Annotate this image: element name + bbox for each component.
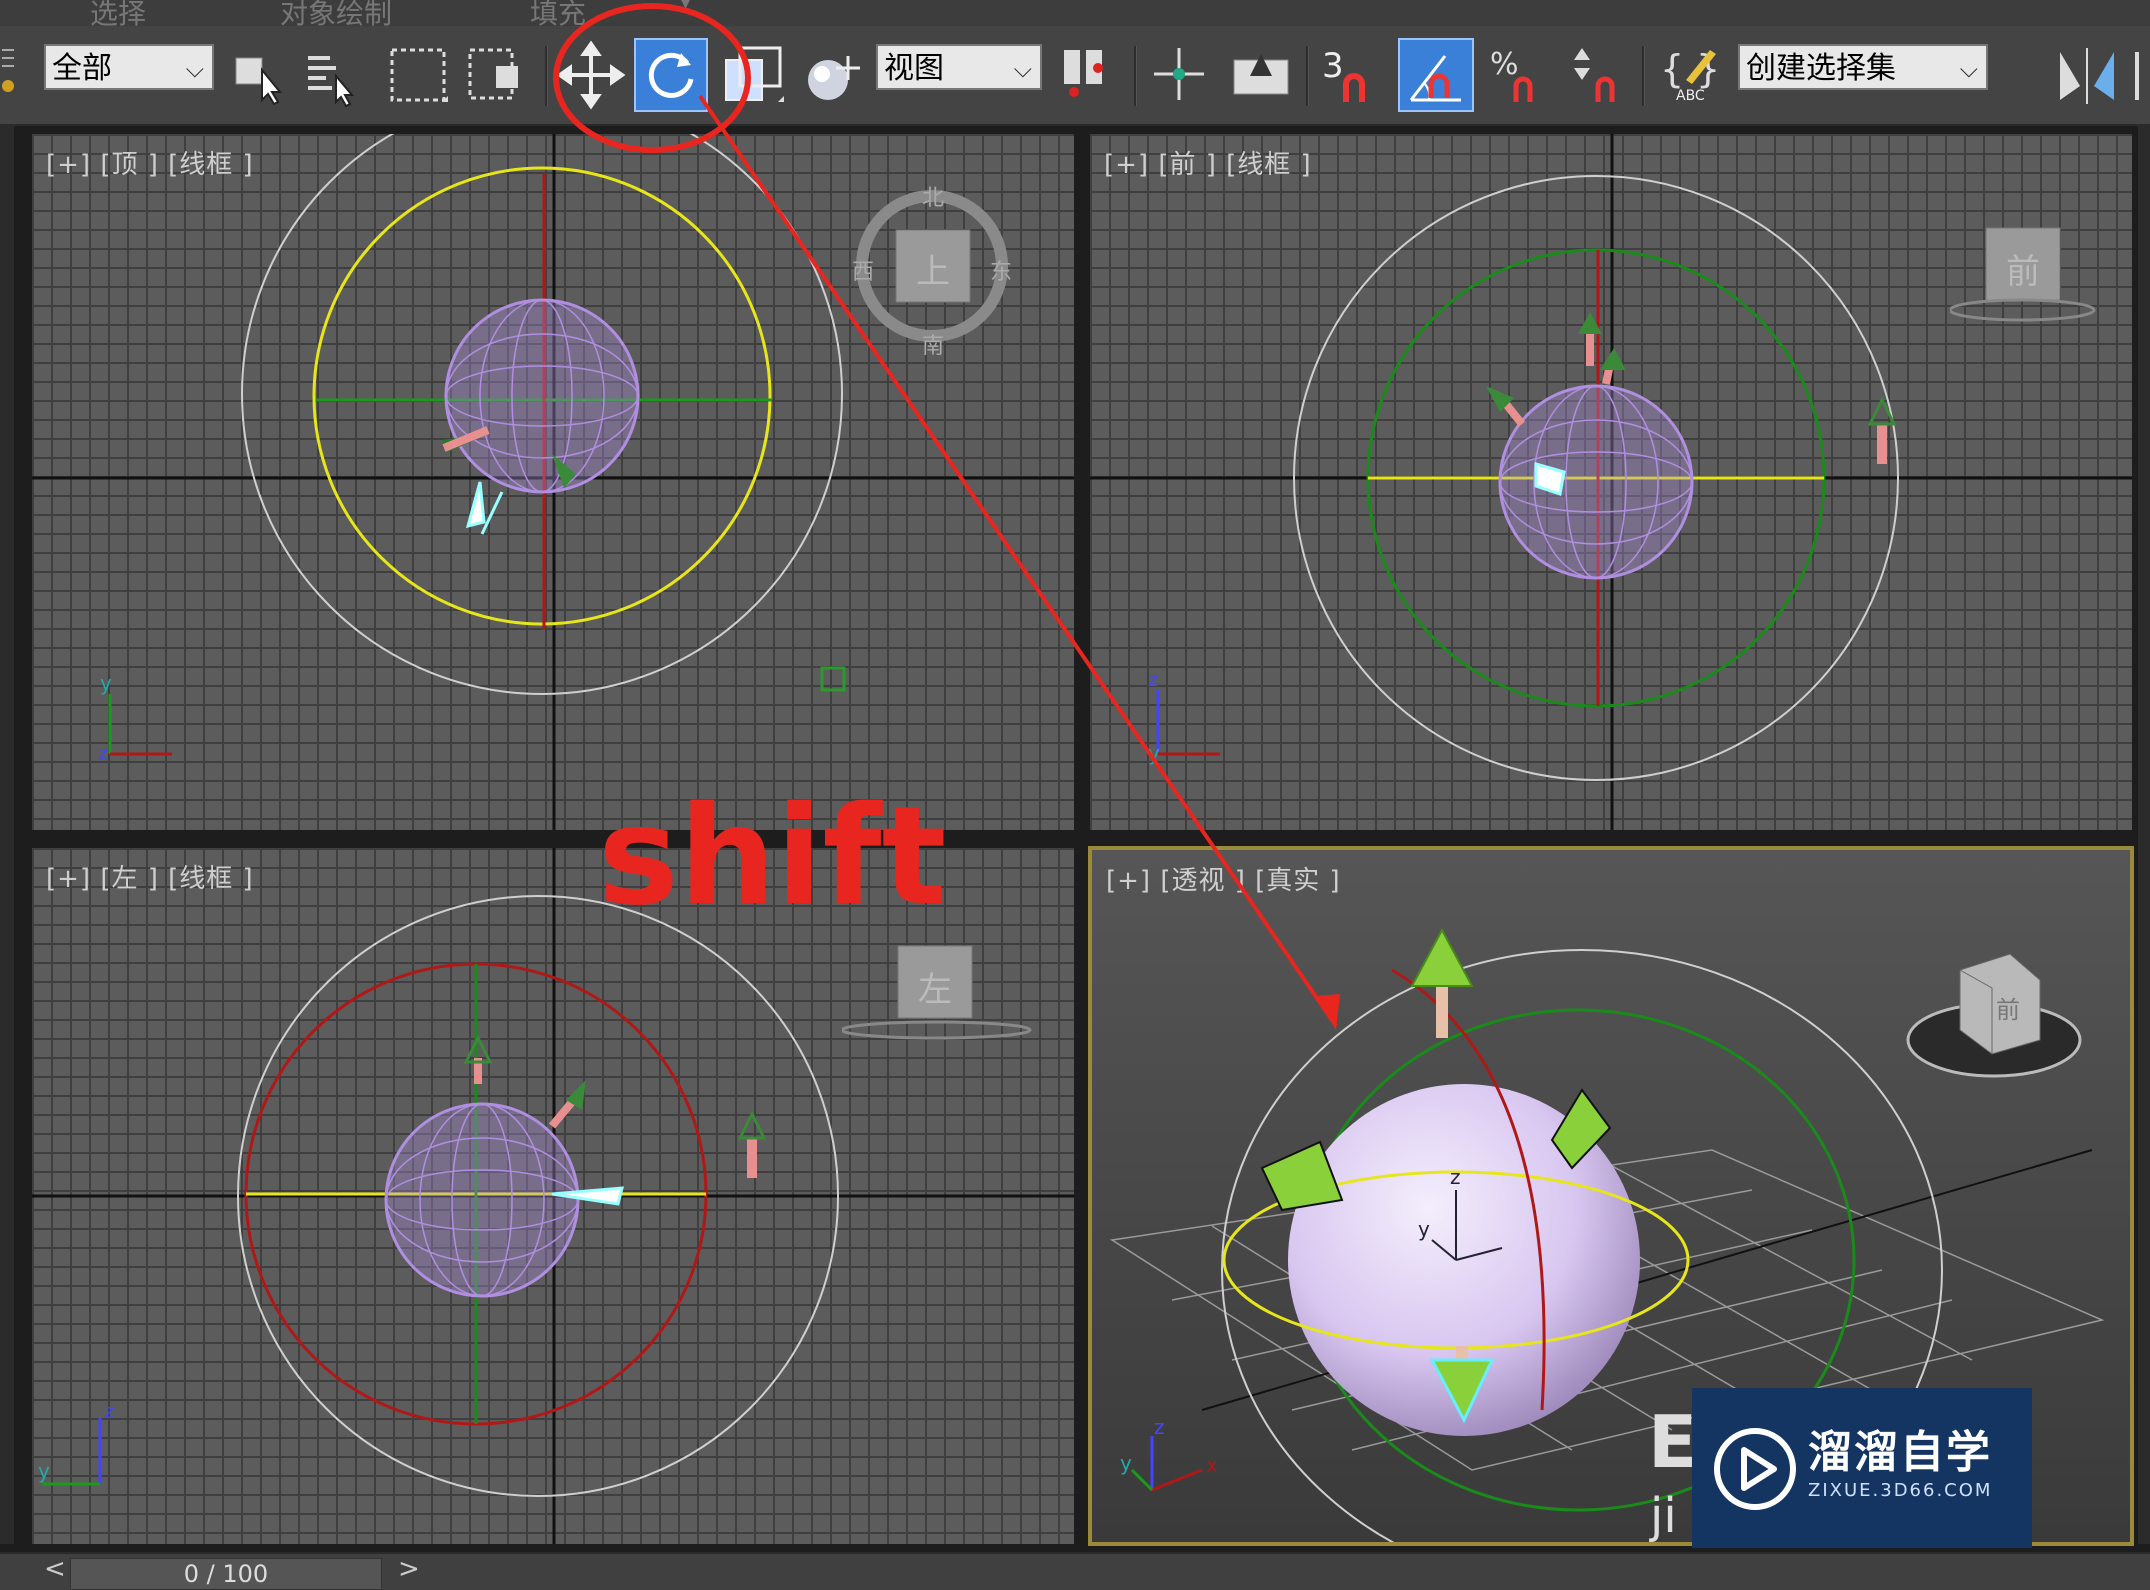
toolbar-separator (1642, 46, 1645, 106)
toolbar-overflow-icon[interactable] (2130, 46, 2144, 106)
select-manipulate-button[interactable] (1144, 40, 1214, 110)
selection-filter-dropdown[interactable]: 全部 ⌵ (44, 44, 214, 90)
viewcube-perspective[interactable]: 前 (1900, 930, 2090, 1090)
angle-snap-button[interactable] (1398, 38, 1474, 112)
viewcube-left[interactable]: 左 (840, 938, 1032, 1048)
toolbar-separator (545, 46, 548, 106)
viewport-left[interactable]: [+] [左 ] [线框 ] zy 左 (32, 848, 1074, 1544)
viewcube-face-label: 上 (916, 252, 950, 292)
select-object-icon (235, 57, 283, 106)
rotate-icon (648, 52, 694, 98)
mirror-button[interactable] (2052, 40, 2122, 110)
select-object-button[interactable] (226, 42, 286, 108)
svg-text:z: z (1154, 1415, 1165, 1439)
svg-text:x: x (1206, 1453, 1218, 1477)
left-panel-strip[interactable] (0, 124, 14, 1544)
watermark-partial-letter: E (1648, 1400, 1698, 1484)
watermark-badge: 溜溜自学 ZIXUE.3D66.COM (1692, 1388, 2032, 1548)
named-selection-dropdown[interactable]: 创建选择集 ⌵ (1738, 44, 1988, 90)
pivot-center-icon (1064, 50, 1103, 97)
light-arrow-selected (465, 481, 504, 535)
annotation-shift-text: shift (598, 778, 947, 936)
reference-coord-dropdown[interactable]: 视图 ⌵ (876, 44, 1042, 90)
time-slider[interactable]: 0 / 100 (70, 1558, 382, 1590)
camera-target (820, 666, 846, 692)
wire-sphere (444, 298, 640, 494)
scale-button[interactable] (718, 40, 788, 110)
snaps-toggle-label: 3 (1322, 46, 1344, 86)
time-slider-frame: 0 / 100 (183, 1560, 269, 1588)
viewport-front[interactable]: [+] [前 ] [线框 ] zy 前 (1090, 134, 2132, 830)
chevron-down-icon: ⌵ (185, 55, 204, 83)
viewcube-face-label: 左 (918, 970, 952, 1010)
move-button[interactable] (556, 40, 626, 110)
rect-selection-button[interactable] (386, 40, 452, 110)
keyboard-override-icon (1233, 54, 1289, 95)
select-by-name-icon (308, 56, 355, 108)
svg-text:y: y (100, 671, 112, 695)
reference-coord-value: 视图 (884, 51, 944, 86)
svg-text:z: z (98, 741, 109, 765)
watermark-partial-text: ji (1650, 1488, 1677, 1544)
edit-named-sets-button[interactable]: {} ABC (1656, 40, 1728, 112)
viewcube-top[interactable]: 上 北 南 东 西 (852, 180, 1013, 359)
svg-text:y: y (1418, 1217, 1430, 1241)
named-selection-placeholder: 创建选择集 (1746, 51, 1896, 86)
angle-snap-icon (1409, 55, 1461, 102)
svg-text:%: % (1490, 47, 1519, 82)
svg-text:z: z (1450, 1165, 1461, 1189)
spinner-snap-icon (1574, 48, 1615, 102)
viewport-top[interactable]: [+] [顶 ] [线框 ] yz 上 北 南 东 西 (32, 134, 1074, 830)
toolbar-separator (1134, 46, 1137, 106)
svg-text:y: y (1120, 1451, 1132, 1475)
keyboard-override-button[interactable] (1226, 40, 1296, 110)
view-axis-tripod: yz (98, 671, 172, 765)
toolbar-grip-icon[interactable] (0, 40, 16, 106)
selection-filter-value: 全部 (52, 51, 112, 86)
percent-snap-button[interactable]: % (1484, 40, 1554, 110)
compass-north: 北 (922, 186, 945, 211)
time-slider-bar: < 0 / 100 > (0, 1552, 2150, 1590)
svg-text:y: y (38, 1459, 50, 1483)
placement-button[interactable] (800, 40, 870, 110)
svg-text:{: { (1660, 47, 1684, 91)
watermark-title: 溜溜自学 (1808, 1427, 1992, 1478)
time-next-button[interactable]: > (398, 1554, 420, 1584)
svg-text:y: y (1148, 741, 1160, 765)
window-crossing-icon (468, 48, 518, 100)
time-prev-button[interactable]: < (44, 1554, 66, 1584)
right-panel-strip[interactable] (2138, 124, 2150, 1544)
rect-selection-icon (390, 48, 448, 102)
play-logo-icon (1714, 1428, 1796, 1510)
placement-icon (808, 56, 860, 100)
chevron-down-icon: ⌵ (1959, 55, 1978, 83)
viewcube-front[interactable]: 前 (1948, 220, 2100, 330)
window-crossing-button[interactable] (464, 40, 530, 110)
rotate-button[interactable] (634, 38, 708, 112)
percent-snap-icon: % (1490, 47, 1533, 102)
compass-south: 南 (922, 334, 945, 359)
svg-text:z: z (104, 1399, 115, 1423)
menu-expand-icon[interactable]: ▾ (680, 0, 691, 15)
menu-bar: 选择 对象绘制 填充 ▾ (0, 0, 2150, 30)
edit-named-sets-label: ABC (1676, 88, 1705, 104)
chevron-down-icon: ⌵ (1013, 55, 1032, 83)
viewcube-face-label: 前 (2006, 252, 2040, 292)
compass-east: 东 (990, 260, 1013, 285)
move-icon (556, 40, 626, 110)
mirror-icon (2060, 48, 2114, 104)
toolbar-separator (1306, 46, 1309, 106)
pivot-center-button[interactable] (1054, 40, 1124, 110)
spinner-snap-button[interactable] (1562, 40, 1632, 110)
watermark-subtitle: ZIXUE.3D66.COM (1808, 1480, 1993, 1501)
scale-icon (725, 46, 784, 102)
snaps-toggle-button[interactable]: 3 (1316, 40, 1386, 110)
main-toolbar: 全部 ⌵ 视图 ⌵ 3 % {} ABC 创建选择集 ⌵ (0, 26, 2150, 126)
manipulate-icon (1154, 48, 1204, 100)
viewcube-face-label: 前 (1996, 996, 2020, 1024)
select-by-name-button[interactable] (300, 42, 360, 108)
svg-text:z: z (1148, 667, 1159, 691)
compass-west: 西 (852, 260, 875, 285)
